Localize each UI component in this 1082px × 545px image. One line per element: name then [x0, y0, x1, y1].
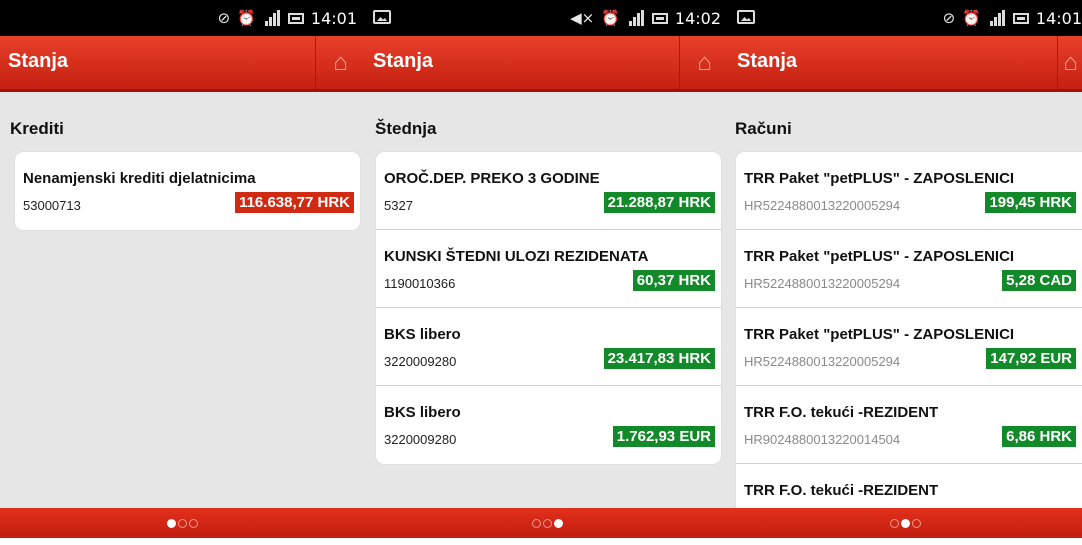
alarm-clock-icon: ⏰	[962, 9, 981, 27]
home-icon: ⌂	[333, 48, 348, 76]
item-name: BKS libero	[384, 326, 461, 343]
item-account-number: 1190010366	[384, 276, 456, 291]
page-indicator-bar	[729, 508, 1082, 538]
account-list: Nenamjenski krediti djelatnicima 5300071…	[15, 152, 360, 230]
home-button[interactable]: ⌂	[679, 36, 729, 89]
status-time: 14:01	[1035, 8, 1082, 28]
amount-badge: 147,92 EUR	[986, 348, 1076, 369]
amount-badge: 23.417,83 HRK	[603, 348, 715, 369]
page-dot-active	[901, 518, 910, 528]
item-name: KUNSKI ŠTEDNI ULOZI REZIDENATA	[384, 248, 649, 265]
screen-stednja: ◀× ⏰ 14:02 Stanja ⌂ Štednja OROČ.DEP. PR…	[365, 0, 729, 545]
status-bar: ⊘ ⏰ 14:01	[729, 0, 1082, 36]
status-time: 14:02	[674, 8, 721, 28]
item-name: OROČ.DEP. PREKO 3 GODINE	[384, 170, 600, 187]
section-title: Računi	[735, 119, 792, 138]
amount-badge: 5,28 CAD	[1002, 270, 1076, 291]
amount-badge: 1.762,93 EUR	[612, 426, 715, 447]
page-dot-active	[553, 518, 563, 528]
page-dot	[531, 518, 541, 528]
screen-krediti: ⊘ ⏰ 14:01 Stanja ⌂ Krediti Nenamjenski k…	[0, 0, 365, 545]
status-time: 14:01	[310, 8, 357, 28]
amount-badge: 6,86 HRK	[1002, 426, 1076, 447]
amount-badge: 116.638,77 HRK	[235, 192, 354, 213]
item-name: TRR F.O. tekući -REZIDENT	[744, 404, 939, 421]
page-dot	[189, 518, 198, 528]
page-dot	[912, 518, 921, 528]
page-dot-active	[167, 518, 176, 528]
alarm-clock-icon: ⏰	[601, 9, 620, 27]
item-name: TRR Paket "petPLUS" - ZAPOSLENICI	[744, 248, 1015, 265]
page-title: Stanja	[737, 50, 798, 72]
sync-off-icon: ⊘	[942, 9, 956, 27]
mute-icon: ◀×	[570, 9, 595, 27]
battery-icon	[287, 12, 304, 24]
home-icon: ⌂	[1063, 48, 1078, 76]
item-account-number: 53000713	[23, 198, 81, 213]
signal-icon	[263, 10, 281, 26]
page-title: Stanja	[373, 50, 434, 72]
list-item[interactable]: Nenamjenski krediti djelatnicima 5300071…	[15, 152, 360, 230]
status-bar: ◀× ⏰ 14:02	[365, 0, 729, 36]
item-account-number: HR5224880013220005294	[744, 276, 901, 291]
signal-icon	[988, 10, 1006, 26]
screen-racuni: ⊘ ⏰ 14:01 Stanja ⌂ Računi TRR Paket "pet…	[729, 0, 1082, 545]
amount-badge: 199,45 HRK	[985, 192, 1076, 213]
item-account-number: HR5224880013220005294	[744, 354, 901, 369]
section-title: Štednja	[375, 119, 437, 138]
account-list: TRR Paket "petPLUS" - ZAPOSLENICI HR5224…	[736, 152, 1082, 542]
section-title: Krediti	[10, 119, 64, 138]
amount-badge: 21.288,87 HRK	[603, 192, 715, 213]
app-header: Stanja ⌂	[365, 36, 729, 92]
item-account-number: 3220009280	[384, 354, 457, 369]
item-name: Nenamjenski krediti djelatnicima	[23, 170, 256, 187]
page-dot	[890, 518, 899, 528]
home-button[interactable]: ⌂	[315, 36, 365, 89]
home-button[interactable]: ⌂	[1057, 36, 1082, 89]
status-bar: ⊘ ⏰ 14:01	[0, 0, 365, 36]
account-list: OROČ.DEP. PREKO 3 GODINE 5327 21.288,87 …	[376, 152, 721, 464]
list-item[interactable]: TRR F.O. tekući -REZIDENT HR902488001322…	[736, 386, 1082, 464]
battery-icon	[651, 12, 668, 24]
item-name: BKS libero	[384, 404, 461, 421]
list-item[interactable]: BKS libero 3220009280 23.417,83 HRK	[376, 308, 721, 386]
page-indicator-bar	[365, 508, 729, 538]
alarm-clock-icon: ⏰	[237, 9, 256, 27]
list-item[interactable]: TRR Paket "petPLUS" - ZAPOSLENICI HR5224…	[736, 230, 1082, 308]
screens-container: ⊘ ⏰ 14:01 Stanja ⌂ Krediti Nenamjenski k…	[0, 0, 1082, 545]
item-account-number: HR9024880013220014504	[744, 432, 901, 447]
app-header: Stanja ⌂	[0, 36, 365, 92]
list-item[interactable]: TRR Paket "petPLUS" - ZAPOSLENICI HR5224…	[736, 308, 1082, 386]
item-account-number: 5327	[384, 198, 413, 213]
list-item[interactable]: BKS libero 3220009280 1.762,93 EUR	[376, 386, 721, 464]
item-name: TRR Paket "petPLUS" - ZAPOSLENICI	[744, 326, 1015, 343]
item-name: TRR Paket "petPLUS" - ZAPOSLENICI	[744, 170, 1015, 187]
amount-badge: 60,37 HRK	[632, 270, 715, 291]
list-item[interactable]: OROČ.DEP. PREKO 3 GODINE 5327 21.288,87 …	[376, 152, 721, 230]
home-icon: ⌂	[697, 48, 712, 76]
page-title: Stanja	[8, 50, 69, 72]
app-header: Stanja ⌂	[729, 36, 1082, 92]
sync-off-icon: ⊘	[217, 9, 231, 27]
list-item[interactable]: TRR Paket "petPLUS" - ZAPOSLENICI HR5224…	[736, 152, 1082, 230]
gallery-icon	[737, 10, 755, 24]
page-indicator-bar	[0, 508, 365, 538]
item-account-number: 3220009280	[384, 432, 457, 447]
list-item[interactable]: KUNSKI ŠTEDNI ULOZI REZIDENATA 119001036…	[376, 230, 721, 308]
gallery-icon	[373, 10, 391, 24]
item-name: TRR F.O. tekući -REZIDENT	[744, 482, 939, 499]
item-account-number: HR5224880013220005294	[744, 198, 901, 213]
page-dot	[542, 518, 552, 528]
signal-icon	[627, 10, 645, 26]
page-dot	[178, 518, 187, 528]
battery-icon	[1012, 12, 1029, 24]
